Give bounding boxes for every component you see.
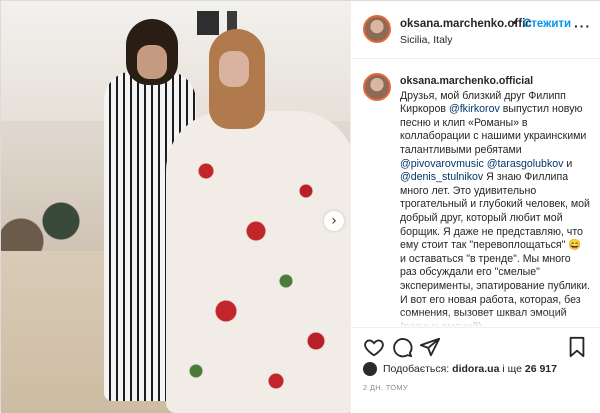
post-caption: oksana.marchenko.official Друзья, мой бли… [400, 75, 590, 327]
post-timestamp[interactable]: 2 ДН. ТОМУ [363, 383, 408, 392]
post-location[interactable]: Sicilia, Italy [400, 34, 453, 46]
caption-fade [400, 313, 590, 327]
author-username[interactable]: oksana.marchenko.offic [400, 18, 532, 30]
caption-text-4: и [563, 157, 573, 170]
share-icon[interactable] [419, 336, 441, 358]
bookmark-icon[interactable] [566, 336, 588, 358]
caption-author-avatar[interactable] [363, 73, 391, 101]
photo-lamp [197, 11, 219, 35]
mention-tarasgolubkov[interactable]: @tarasgolubkov [487, 158, 564, 170]
heart-icon[interactable] [363, 336, 385, 358]
mention-denis-stulnikov[interactable]: @denis_stulnikov [400, 171, 483, 183]
photo-woman-face [219, 51, 249, 87]
page: › oksana.marchenko.offic • Стежити Sicil… [0, 0, 600, 413]
caption-username[interactable]: oksana.marchenko.official [400, 75, 590, 89]
likes-prefix: Подобається: [383, 363, 453, 375]
liker-avatar[interactable] [363, 362, 377, 376]
mention-fkirkorov[interactable]: @fkirkorov [449, 103, 500, 115]
author-avatar[interactable] [363, 15, 391, 43]
likes-summary: Подобається: didora.ua і ще 26 917 [363, 361, 598, 379]
mention-pivovarovmusic[interactable]: @pivovarovmusic [400, 158, 484, 170]
instagram-post: › oksana.marchenko.offic • Стежити Sicil… [0, 0, 600, 413]
likes-middle: і ще [499, 363, 525, 375]
post-photo[interactable]: › [1, 1, 350, 413]
likes-count[interactable]: 26 917 [525, 363, 557, 375]
comment-icon[interactable] [391, 336, 413, 358]
post-side-panel: oksana.marchenko.offic • Стежити Sicilia… [350, 1, 600, 413]
post-header: oksana.marchenko.offic • Стежити Sicilia… [351, 1, 600, 59]
follow-button[interactable]: Стежити [523, 18, 571, 30]
photo-man-face [137, 45, 167, 79]
photo-lamp-2 [227, 11, 237, 31]
more-options-icon[interactable]: ··· [574, 18, 591, 34]
caption-text-5: Я знаю Филлипа много лет. Это удивительн… [400, 171, 590, 327]
likes-text: Подобається: didora.ua і ще 26 917 [383, 363, 557, 375]
photo-floral-dress [166, 111, 350, 413]
post-actions-bar [351, 327, 600, 361]
header-separator: • [513, 17, 517, 29]
next-photo-arrow-icon[interactable]: › [324, 211, 344, 231]
liker-username[interactable]: didora.ua [452, 363, 499, 375]
